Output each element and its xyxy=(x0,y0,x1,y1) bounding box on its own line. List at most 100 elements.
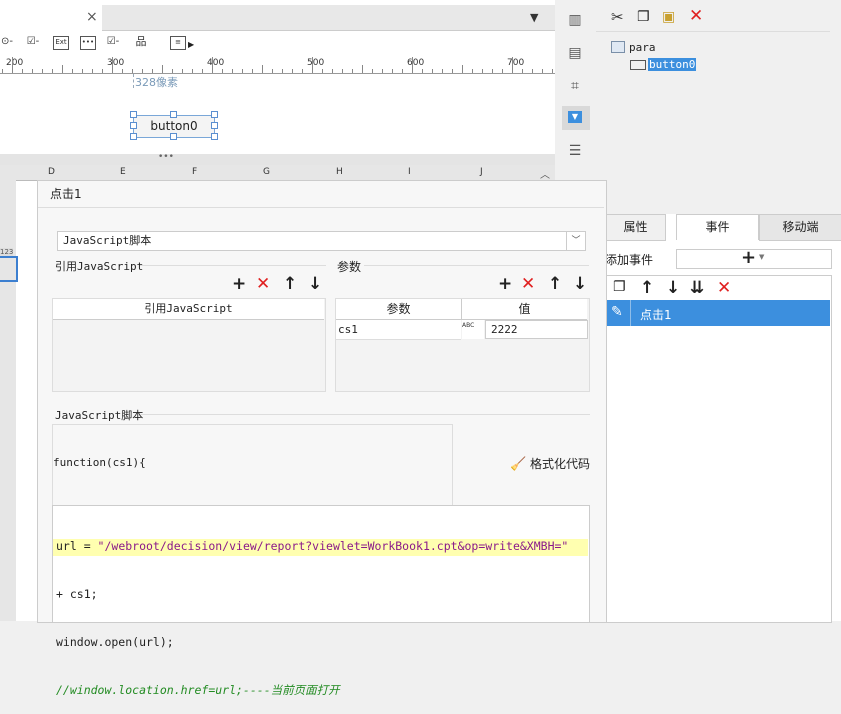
splitter[interactable]: ••• xyxy=(0,152,555,165)
add-param-icon[interactable]: + xyxy=(498,274,512,294)
ref-js-column-header: 引用JavaScript xyxy=(53,299,324,320)
ruler-tick xyxy=(82,69,83,73)
ruler-tick xyxy=(222,69,223,73)
ruler-tick xyxy=(52,69,53,73)
ruler-tick xyxy=(502,69,503,73)
ruler-tick xyxy=(492,69,493,73)
button-node-icon xyxy=(630,60,646,70)
ruler-tick xyxy=(242,69,243,73)
ruler-label: 300 xyxy=(107,58,125,68)
ruler-label: 400 xyxy=(207,58,225,68)
resize-handle[interactable] xyxy=(211,111,218,118)
ruler-tick xyxy=(522,69,523,73)
format-code-button[interactable]: 🧹 格式化代码 xyxy=(510,455,590,472)
add-ref-icon[interactable]: + xyxy=(232,274,246,294)
resize-handle[interactable] xyxy=(170,111,177,118)
stack-icon[interactable]: ☰ xyxy=(566,143,584,159)
add-event-dropdown[interactable]: + ▼ xyxy=(676,247,832,269)
dropdown-tool-icon[interactable]: ▼ xyxy=(568,111,582,123)
script-section-label: JavaScript脚本 xyxy=(55,409,144,422)
tab-active[interactable]: × xyxy=(0,5,102,31)
ruler-tick xyxy=(302,69,303,73)
design-canvas[interactable] xyxy=(0,74,555,154)
ruler-tick xyxy=(182,69,183,73)
ruler-label: 700 xyxy=(507,58,525,68)
param-type-selector[interactable]: ABC xyxy=(462,320,484,339)
copy-icon[interactable]: ❐ xyxy=(637,9,650,25)
password-icon[interactable]: ••• xyxy=(80,36,96,50)
ruler-tick xyxy=(432,69,433,73)
move-down-icon[interactable]: ↓ xyxy=(666,278,680,298)
move-down-icon[interactable]: ↓ xyxy=(308,274,322,294)
copy-event-icon[interactable]: ❐ xyxy=(613,279,626,295)
info-icon[interactable]: ▤ xyxy=(566,45,584,61)
resize-handle[interactable] xyxy=(211,122,218,129)
ruler-tick xyxy=(282,69,283,73)
delete-ref-icon[interactable]: ✕ xyxy=(256,274,270,294)
tab-mobile[interactable]: 移动端 xyxy=(759,214,841,241)
cell-selection xyxy=(0,256,18,282)
delete-icon[interactable]: ✕ xyxy=(689,6,703,26)
resize-handle[interactable] xyxy=(130,122,137,129)
tab-menu-icon[interactable]: ▼ xyxy=(530,11,538,24)
ruler-tick xyxy=(552,69,553,73)
ruler-tick xyxy=(332,69,333,73)
script-type-select[interactable]: JavaScript脚本 ﹀ xyxy=(57,231,586,251)
layout-icon[interactable]: ▥ xyxy=(566,12,584,28)
tree-icon[interactable]: 品 xyxy=(134,36,148,48)
crop-icon[interactable]: ⌗ xyxy=(566,78,584,94)
ruler-tick xyxy=(252,69,253,73)
column-label: E xyxy=(120,167,126,177)
move-up-icon[interactable]: ↑ xyxy=(548,274,562,294)
cut-icon[interactable]: ✂ xyxy=(611,8,624,26)
resize-handle[interactable] xyxy=(170,133,177,140)
list-icon[interactable]: ≡ xyxy=(170,36,186,50)
radio-icon[interactable]: ⊙- xyxy=(0,36,14,48)
tab-close-icon[interactable]: × xyxy=(86,9,98,25)
param-type: ABC xyxy=(462,322,475,329)
move-up-icon[interactable]: ↑ xyxy=(283,274,297,294)
script-type-value: JavaScript脚本 xyxy=(63,234,152,247)
tab-events[interactable]: 事件 xyxy=(676,214,759,240)
ruler-tick xyxy=(362,65,363,73)
ruler-tick xyxy=(22,69,23,73)
param-name-cell[interactable]: cs1 xyxy=(336,320,461,340)
resize-handle[interactable] xyxy=(211,133,218,140)
ruler-tick xyxy=(162,65,163,73)
checkbox-group-icon[interactable]: ☑- xyxy=(106,36,120,48)
code-line-4: //window.location.href=url;----当前页面打开 xyxy=(56,683,340,697)
move-up-icon[interactable]: ↑ xyxy=(640,278,654,298)
move-down-icon[interactable]: ↓ xyxy=(573,274,587,294)
param-value-input[interactable]: 2222 xyxy=(485,320,588,339)
resize-handle[interactable] xyxy=(130,133,137,140)
column-label: J xyxy=(480,167,483,177)
format-code-label: 格式化代码 xyxy=(530,457,591,471)
chevron-down-icon: ▼ xyxy=(759,253,765,261)
move-bottom-icon[interactable]: ⇊ xyxy=(690,278,704,298)
ruler-tick xyxy=(272,69,273,73)
add-event-label: 添加事件 xyxy=(605,253,654,267)
collapse-icon[interactable]: ︿ xyxy=(540,166,550,181)
tree-root[interactable]: para xyxy=(629,41,656,54)
tab-properties[interactable]: 属性 xyxy=(605,214,666,241)
delete-param-icon[interactable]: ✕ xyxy=(521,274,535,294)
delete-event-icon[interactable]: ✕ xyxy=(717,278,731,298)
event-item[interactable]: ✎ 点击1 xyxy=(606,300,830,326)
checkbox-icon[interactable]: ☑- xyxy=(26,36,40,48)
code-line-1: url = "/webroot/decision/view/report?vie… xyxy=(56,538,568,554)
ruler-tick xyxy=(372,69,373,73)
text-icon[interactable]: Ext xyxy=(53,36,69,50)
paste-icon[interactable]: ▣ xyxy=(662,9,675,25)
ruler-tick xyxy=(542,69,543,73)
add-icon: + xyxy=(741,247,757,268)
ruler-tick xyxy=(2,69,3,73)
ruler-tick xyxy=(462,65,463,73)
chevron-down-icon[interactable]: ﹀ xyxy=(566,232,585,250)
resize-handle[interactable] xyxy=(130,111,137,118)
ruler-tick xyxy=(452,69,453,73)
param-name: cs1 xyxy=(338,323,358,336)
more-icon[interactable]: ▶ xyxy=(188,40,194,49)
tree-child-selected[interactable]: button0 xyxy=(648,58,697,71)
form-icon xyxy=(611,41,625,53)
edit-icon[interactable]: ✎ xyxy=(611,304,623,320)
